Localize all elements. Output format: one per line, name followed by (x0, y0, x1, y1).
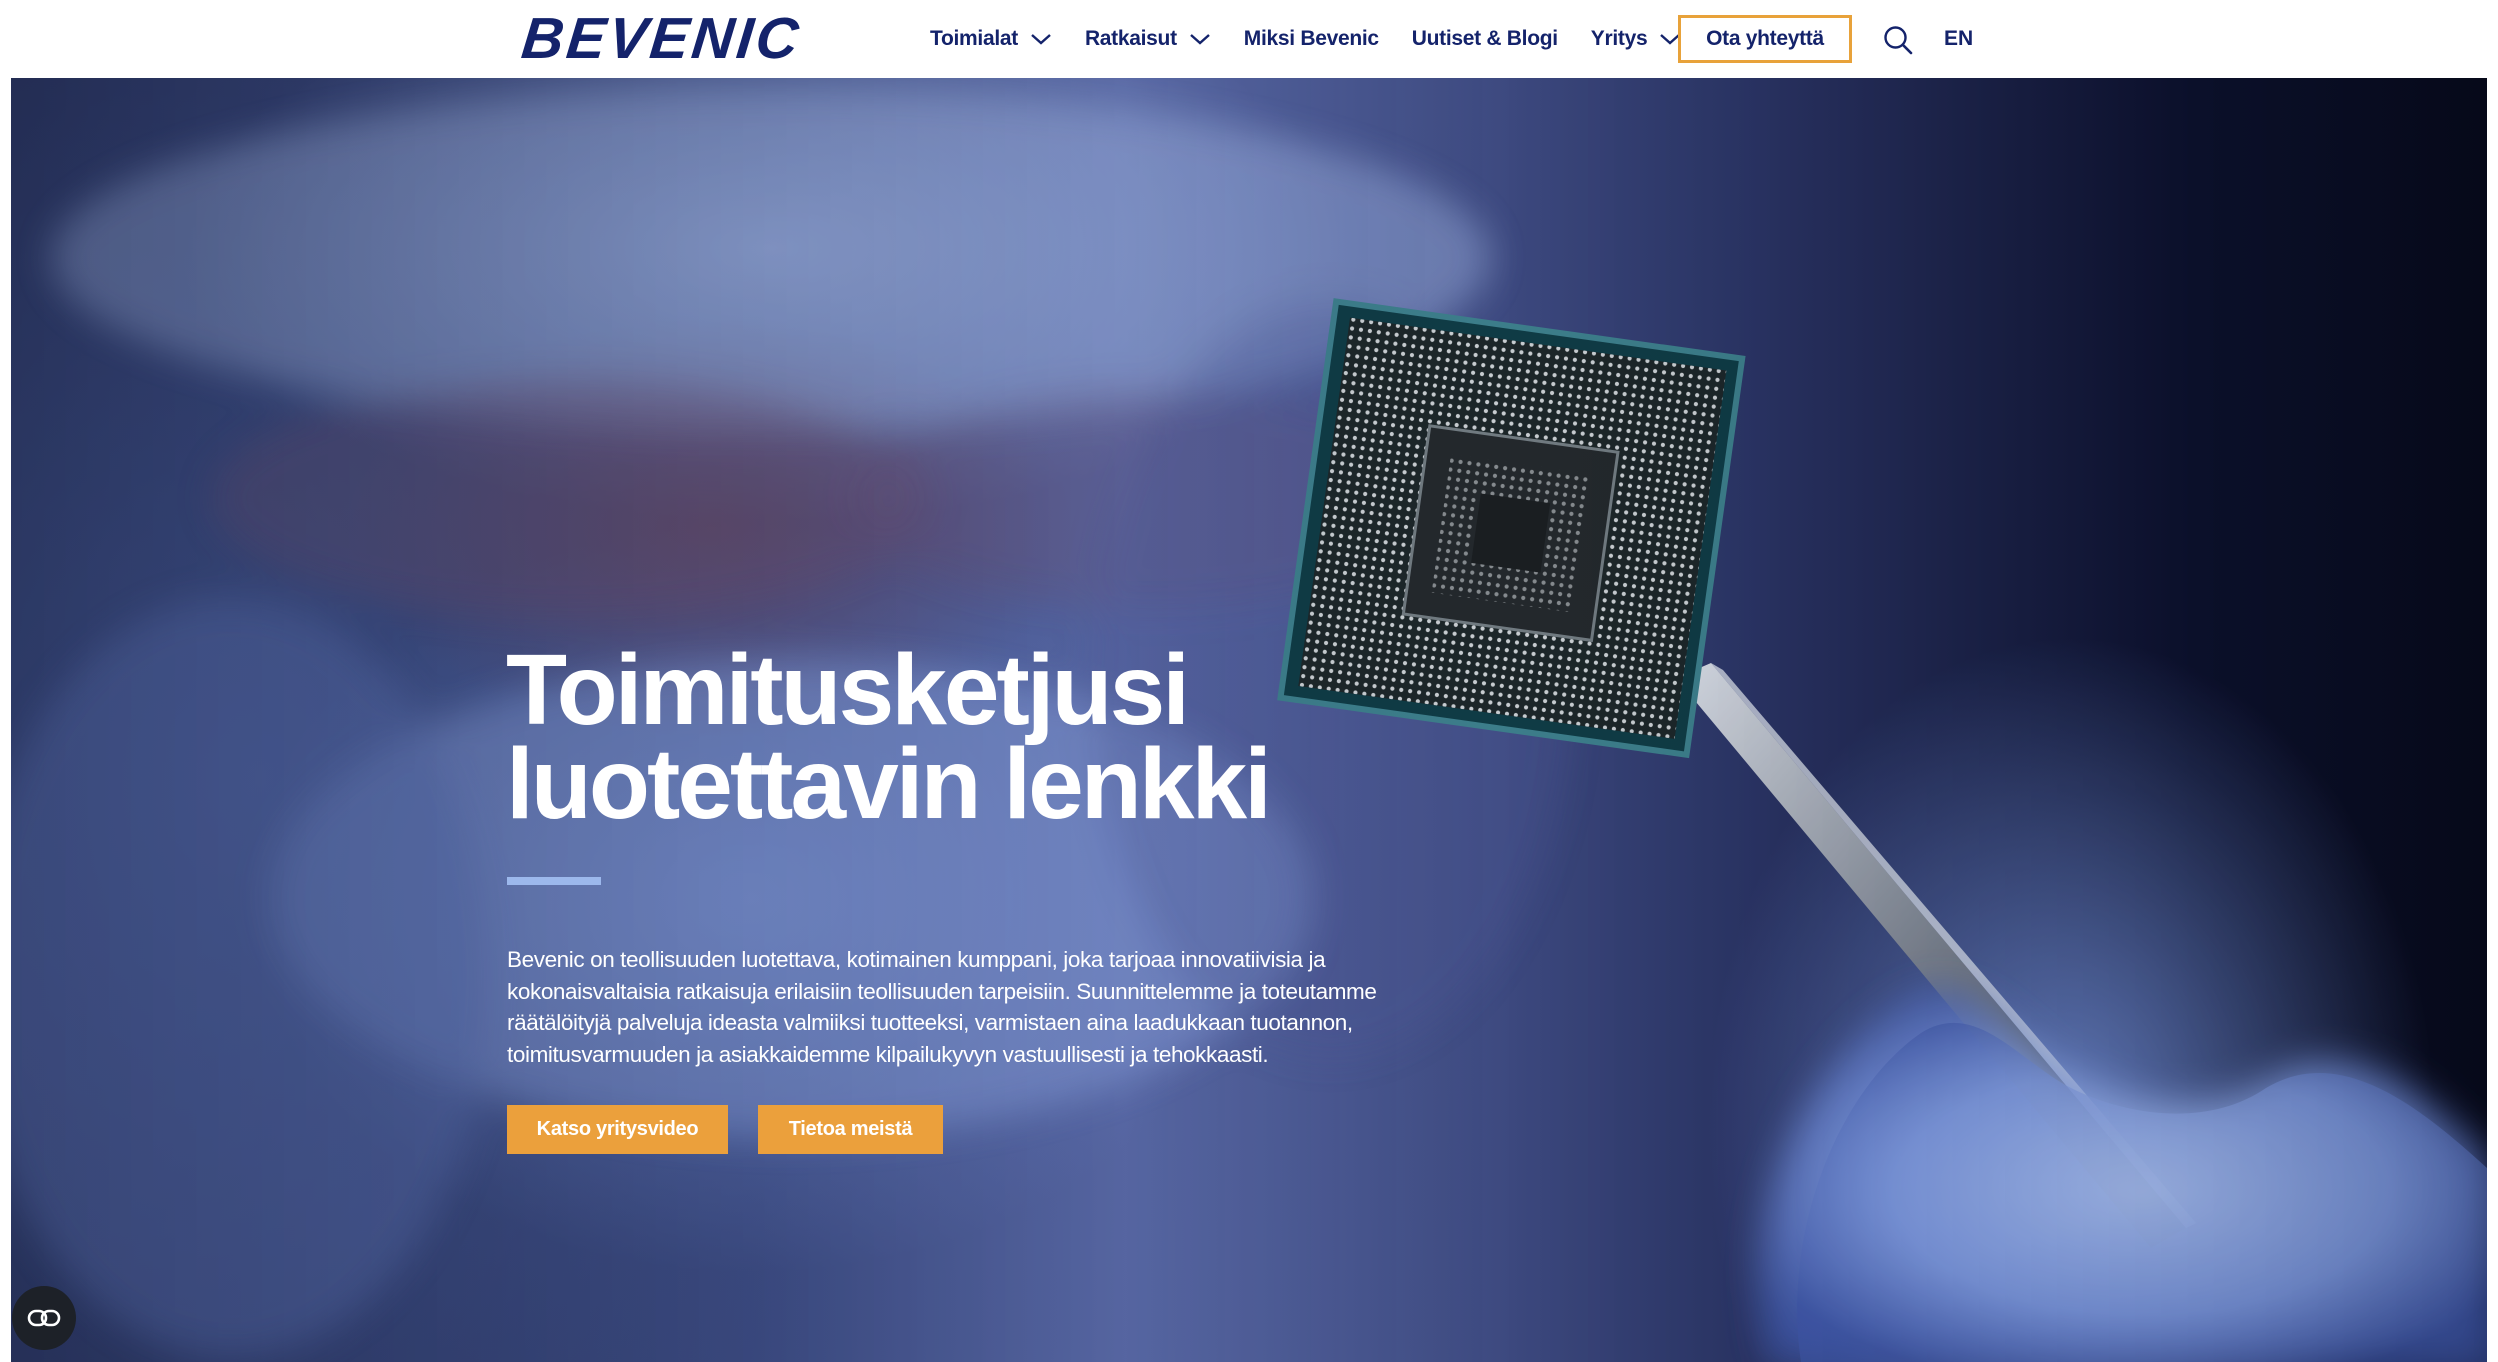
contact-button[interactable]: Ota yhteyttä (1678, 15, 1852, 63)
chevron-down-icon (1189, 34, 1210, 45)
search-button[interactable] (1882, 24, 1914, 56)
nav-item-toimialat[interactable]: Toimialat (930, 27, 1052, 51)
hero-section: Toimitusketjusi luotettavin lenkki Beven… (11, 78, 2487, 1362)
accessibility-toggle-icon (27, 1309, 61, 1327)
hero-divider (507, 877, 601, 885)
search-icon (1884, 26, 1913, 55)
about-us-button[interactable]: Tietoa meistä (758, 1105, 943, 1154)
nav-item-label: Ratkaisut (1084, 27, 1177, 50)
accessibility-button[interactable] (12, 1286, 76, 1350)
chevron-down-icon (1031, 34, 1051, 45)
nav-item-label: Toimialat (930, 27, 1018, 50)
site-header: BEVENIC Toimialat Ratkaisut Miksi Beveni… (0, 0, 2498, 78)
nav-item-uutiset-blogi[interactable]: Uutiset & Blogi (1412, 27, 1558, 51)
nav-item-label: Uutiset & Blogi (1411, 27, 1558, 50)
nav-item-miksi-bevenic[interactable]: Miksi Bevenic (1244, 27, 1379, 51)
nav-item-yritys[interactable]: Yritys (1591, 27, 1682, 51)
nav-item-label: Yritys (1590, 27, 1648, 50)
main-nav: Toimialat Ratkaisut Miksi Bevenic Uutise… (930, 0, 1714, 78)
hero-heading: Toimitusketjusi luotettavin lenkki (506, 640, 1606, 834)
hero-heading-line-2: luotettavin lenkki (506, 728, 1272, 840)
bevenic-logo[interactable]: BEVENIC (519, 6, 805, 71)
hero-description: Bevenic on teollisuuden luotettava, koti… (507, 947, 1377, 1067)
company-video-button[interactable]: Katso yritysvideo (507, 1105, 728, 1154)
language-switch[interactable]: EN (1944, 24, 1973, 54)
nav-item-ratkaisut[interactable]: Ratkaisut (1085, 27, 1211, 51)
nav-item-label: Miksi Bevenic (1243, 27, 1379, 50)
